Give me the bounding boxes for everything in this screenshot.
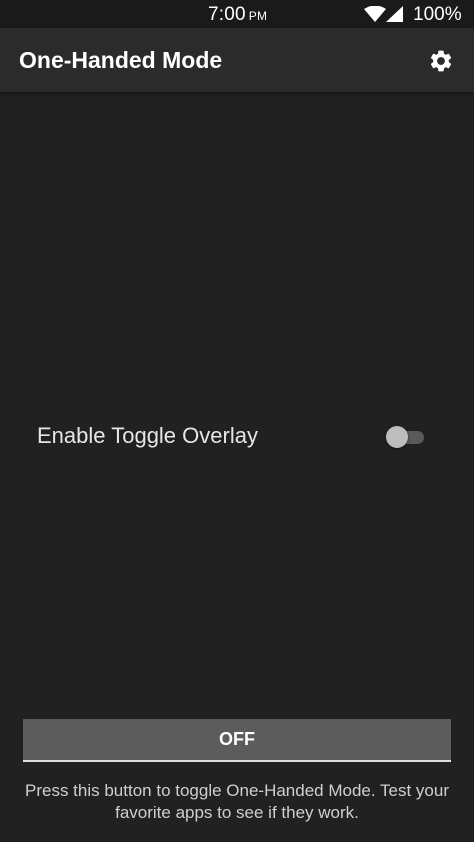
wifi-icon	[364, 6, 386, 22]
status-bar: 7:00 PM 100%	[0, 0, 474, 28]
screen: 7:00 PM 100% One-Handed Mode Enable Toggl…	[0, 0, 474, 842]
help-text: Press this button to toggle One-Handed M…	[25, 781, 449, 822]
status-time-value: 7:00	[208, 4, 246, 25]
settings-button[interactable]	[422, 42, 460, 80]
overlay-setting-label: Enable Toggle Overlay	[37, 423, 258, 448]
toggle-mode-button[interactable]: OFF	[23, 719, 451, 762]
cell-signal-icon	[386, 6, 403, 22]
overlay-toggle-switch[interactable]	[386, 426, 426, 448]
page-title: One-Handed Mode	[19, 47, 223, 73]
battery-level: 100%	[413, 4, 462, 25]
app-bar: One-Handed Mode	[0, 28, 474, 92]
overlay-setting-row[interactable]: Enable Toggle Overlay	[0, 410, 474, 462]
status-ampm: PM	[248, 9, 268, 23]
toggle-thumb	[386, 426, 408, 448]
gear-icon	[430, 50, 452, 72]
status-time: 7:00 PM	[208, 4, 267, 26]
